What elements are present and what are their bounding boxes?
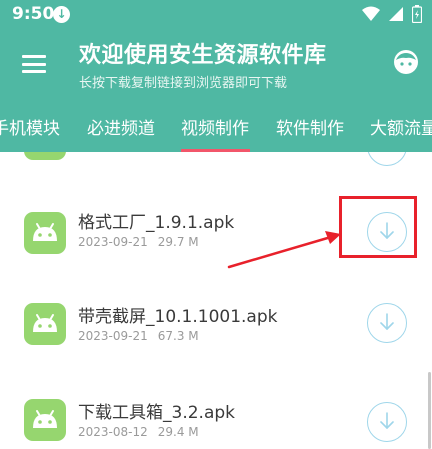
scrollbar[interactable] (428, 372, 431, 449)
annotation-arrow (227, 231, 341, 269)
